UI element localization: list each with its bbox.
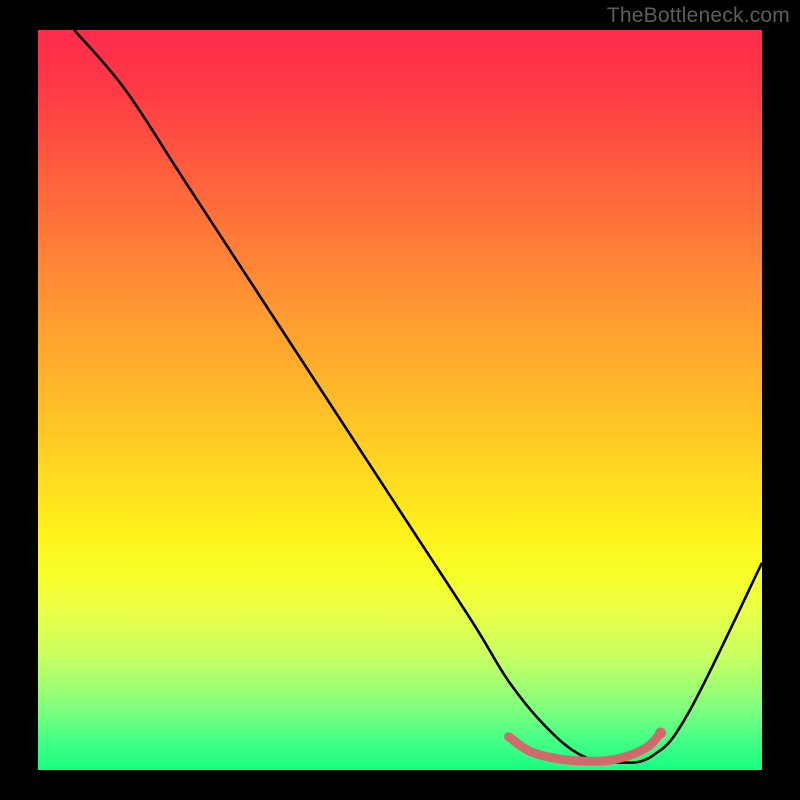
optimal-range-end-dot xyxy=(655,728,666,739)
optimal-range-marker xyxy=(509,733,661,761)
curve-layer xyxy=(38,30,762,770)
plot-area xyxy=(38,30,762,770)
chart-frame: TheBottleneck.com xyxy=(0,0,800,800)
bottleneck-curve xyxy=(74,30,762,763)
watermark-text: TheBottleneck.com xyxy=(607,4,790,28)
